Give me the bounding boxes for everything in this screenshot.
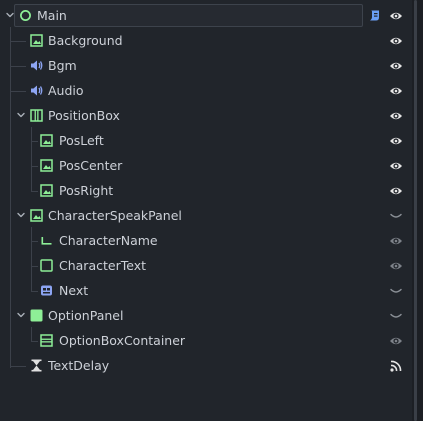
scene-tree-panel: Main Background Bgm Audio PositionBox Po…: [0, 0, 412, 421]
visibility-eye-icon[interactable]: [389, 184, 403, 198]
tree-item-label: OptionPanel: [48, 308, 124, 323]
collapse-arrow-icon[interactable]: [15, 209, 27, 221]
timer-icon: [30, 359, 43, 372]
audio-stream-player-icon: [30, 59, 43, 72]
tree-item-positionbox[interactable]: PositionBox: [0, 103, 412, 128]
collapse-arrow-icon[interactable]: [15, 309, 27, 321]
tree-item-characterspeakpanel[interactable]: CharacterSpeakPanel: [0, 203, 412, 228]
label-icon: [40, 234, 53, 247]
signal-icon[interactable]: [389, 359, 403, 373]
tree-item-main[interactable]: Main: [0, 3, 412, 28]
texture-rect-icon: [40, 184, 53, 197]
rich-text-label-icon: [40, 259, 53, 272]
tree-item-label: Background: [48, 33, 123, 48]
tree-item-poscenter[interactable]: PosCenter: [0, 153, 412, 178]
collapse-arrow-icon[interactable]: [4, 9, 16, 21]
tree-item-label: CharacterName: [59, 233, 158, 248]
scene-instance-icon: [40, 284, 53, 297]
tree-item-textdelay[interactable]: TextDelay: [0, 353, 412, 378]
tree-item-label: OptionBoxContainer: [59, 333, 186, 348]
tree-item-label: PosCenter: [59, 158, 123, 173]
tree-item-label: PosLeft: [59, 133, 104, 148]
tree-item-label: CharacterText: [59, 258, 146, 273]
visibility-eye-icon[interactable]: [389, 34, 403, 48]
control-circle-icon: [19, 9, 32, 22]
tree-item-label: CharacterSpeakPanel: [48, 208, 182, 223]
visibility-eye-icon[interactable]: [389, 134, 403, 148]
visibility-eye-icon[interactable]: [389, 159, 403, 173]
tree-item-label: TextDelay: [48, 358, 110, 373]
visibility-eye-icon[interactable]: [389, 109, 403, 123]
audio-stream-player-icon: [30, 84, 43, 97]
tree-item-optionboxcontainer[interactable]: OptionBoxContainer: [0, 328, 412, 353]
tree-item-label: Next: [59, 283, 89, 298]
vbox-container-icon: [40, 334, 53, 347]
tree-item-label: Audio: [48, 83, 84, 98]
tree-item-next[interactable]: Next: [0, 278, 412, 303]
visibility-eye-dim-icon[interactable]: [389, 334, 403, 348]
visibility-eye-closed-icon[interactable]: [389, 209, 403, 223]
texture-rect-icon: [40, 134, 53, 147]
visibility-eye-dim-icon[interactable]: [389, 259, 403, 273]
scrollbar-thumb[interactable]: [414, 0, 417, 421]
tree-item-label: PosRight: [59, 183, 114, 198]
visibility-eye-closed-icon[interactable]: [389, 284, 403, 298]
tree-item-label: PositionBox: [48, 108, 120, 123]
visibility-eye-icon[interactable]: [389, 9, 403, 23]
tree-item-label: Main: [37, 8, 67, 23]
tree-item-bgm[interactable]: Bgm: [0, 53, 412, 78]
tree-item-label: Bgm: [48, 58, 77, 73]
visibility-eye-closed-icon[interactable]: [389, 309, 403, 323]
tree-item-posright[interactable]: PosRight: [0, 178, 412, 203]
tree-item-posleft[interactable]: PosLeft: [0, 128, 412, 153]
tree-item-audio[interactable]: Audio: [0, 78, 412, 103]
visibility-eye-icon[interactable]: [389, 59, 403, 73]
texture-rect-icon: [40, 159, 53, 172]
collapse-arrow-icon[interactable]: [15, 109, 27, 121]
panel-icon: [30, 309, 43, 322]
tree-item-charactertext[interactable]: CharacterText: [0, 253, 412, 278]
texture-rect-icon: [30, 34, 43, 47]
texture-rect-icon: [30, 209, 43, 222]
visibility-eye-icon[interactable]: [389, 84, 403, 98]
hbox-container-icon: [30, 109, 43, 122]
visibility-eye-dim-icon[interactable]: [389, 234, 403, 248]
tree-item-optionpanel[interactable]: OptionPanel: [0, 303, 412, 328]
tree-item-charactername[interactable]: CharacterName: [0, 228, 412, 253]
tree-item-background[interactable]: Background: [0, 28, 412, 53]
script-icon[interactable]: [368, 9, 381, 22]
